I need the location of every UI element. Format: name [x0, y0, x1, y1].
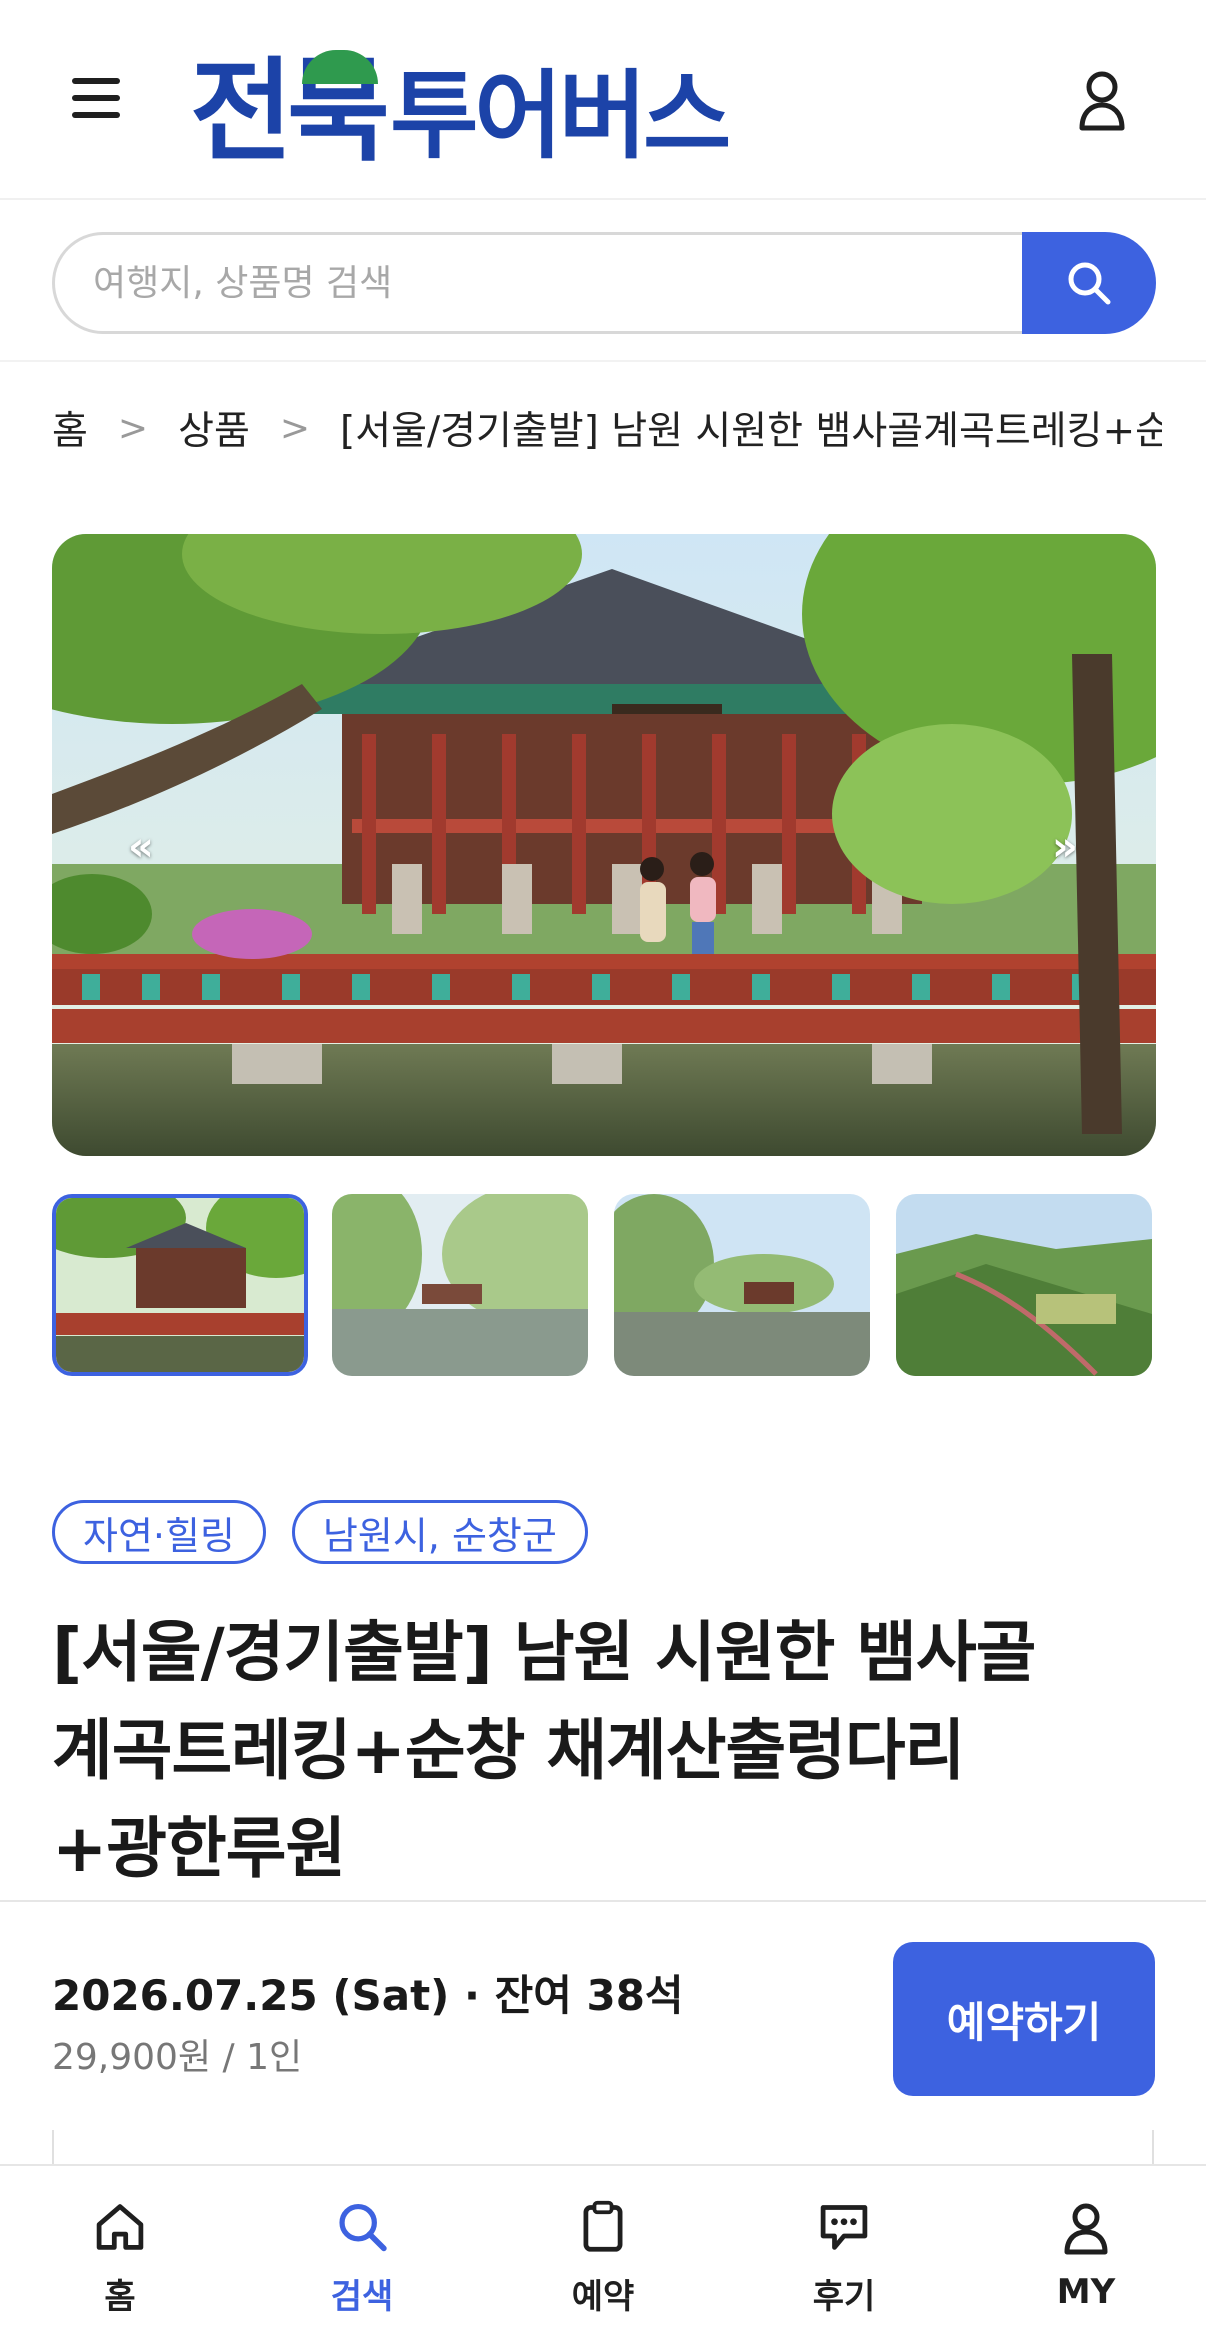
section-divider [0, 360, 1206, 362]
pavilion-photo [52, 534, 1156, 1156]
nav-my[interactable]: MY [1006, 2198, 1166, 2318]
product-title-line: +광한루원 [52, 1810, 346, 1887]
magnifier-icon [1068, 262, 1111, 305]
tag-region[interactable]: 남원시, 순창군 [291, 1500, 588, 1564]
home-icon [96, 2204, 144, 2250]
booking-bar: 2026.07.25 (Sat) · 잔여 38석 29,900원 / 1인 예… [0, 1900, 1206, 2164]
nav-search[interactable]: 검색 [282, 2198, 442, 2318]
nav-home-label: 홈 [104, 2277, 136, 2317]
tag-theme[interactable]: 자연·힐링 [52, 1500, 266, 1564]
nav-reviews-label: 후기 [812, 2277, 876, 2317]
nav-reviews[interactable]: 후기 [764, 2198, 924, 2318]
chat-icon [820, 2205, 868, 2250]
breadcrumb-current: [서울/경기출발] 남원 시원한 뱀사골계곡트레킹+순창 채계산출렁다리+광한루… [340, 409, 1162, 454]
gallery-prev-arrow[interactable]: « [128, 824, 154, 870]
nav-reservation[interactable]: 예약 [523, 2198, 683, 2318]
thumbnail-strip [52, 1194, 1156, 1376]
breadcrumb-category[interactable]: 상품 [178, 400, 250, 456]
chevron-right-icon: > [117, 407, 149, 449]
breadcrumb: 홈 > 상품 > [서울/경기출발] 남원 시원한 뱀사골계곡트레킹+순창 채계… [52, 398, 1162, 458]
product-title: [서울/경기출발] 남원 시원한 뱀사골 계곡트레킹+순창 채계산출렁다리 +광… [52, 1604, 1162, 1898]
search-bar [52, 232, 1156, 334]
app-header: 전북 투어버스 [0, 0, 1206, 200]
logo-main: 전북 [190, 47, 390, 177]
nav-home[interactable]: 홈 [40, 2198, 200, 2318]
clipboard-icon [583, 2200, 623, 2252]
nav-search-label: 검색 [330, 2277, 394, 2317]
product-tags: 자연·힐링 남원시, 순창군 [52, 1500, 588, 1564]
gallery-next-arrow[interactable]: » [1052, 824, 1078, 870]
thumbnail-3[interactable] [614, 1194, 870, 1376]
thumbnail-4[interactable] [896, 1194, 1152, 1376]
breadcrumb-home[interactable]: 홈 [52, 400, 88, 456]
price-per-person: 29,900원 / 1인 [52, 2037, 303, 2078]
reserve-button[interactable]: 예약하기 [893, 1942, 1155, 2096]
product-title-line: 계곡트레킹+순창 채계산출렁다리 [52, 1712, 965, 1789]
search-input[interactable] [52, 232, 1052, 334]
search-icon [339, 2203, 387, 2252]
logo-sub: 투어버스 [390, 60, 731, 172]
product-hero-image[interactable]: « » [52, 534, 1156, 1156]
jeonbuk-tourbus-logo[interactable]: 전북 투어버스 [190, 28, 731, 177]
thumbnail-2[interactable] [332, 1194, 588, 1376]
bottom-nav: 홈 검색 예약 후기 MY [0, 2164, 1206, 2334]
search-button[interactable] [1022, 232, 1156, 334]
thumbnail-1[interactable] [52, 1194, 308, 1376]
departure-date-seats: 2026.07.25 (Sat) · 잔여 38석 [52, 1971, 684, 2020]
nav-reservation-label: 예약 [571, 2277, 635, 2317]
nav-my-label: MY [1056, 2272, 1116, 2312]
hamburger-menu-icon[interactable] [72, 78, 128, 122]
chevron-right-icon: > [279, 407, 310, 449]
product-title-line: [서울/경기출발] 남원 시원한 뱀사골 [52, 1614, 1036, 1691]
user-account-icon[interactable] [1078, 70, 1126, 132]
user-icon [1064, 2203, 1108, 2255]
